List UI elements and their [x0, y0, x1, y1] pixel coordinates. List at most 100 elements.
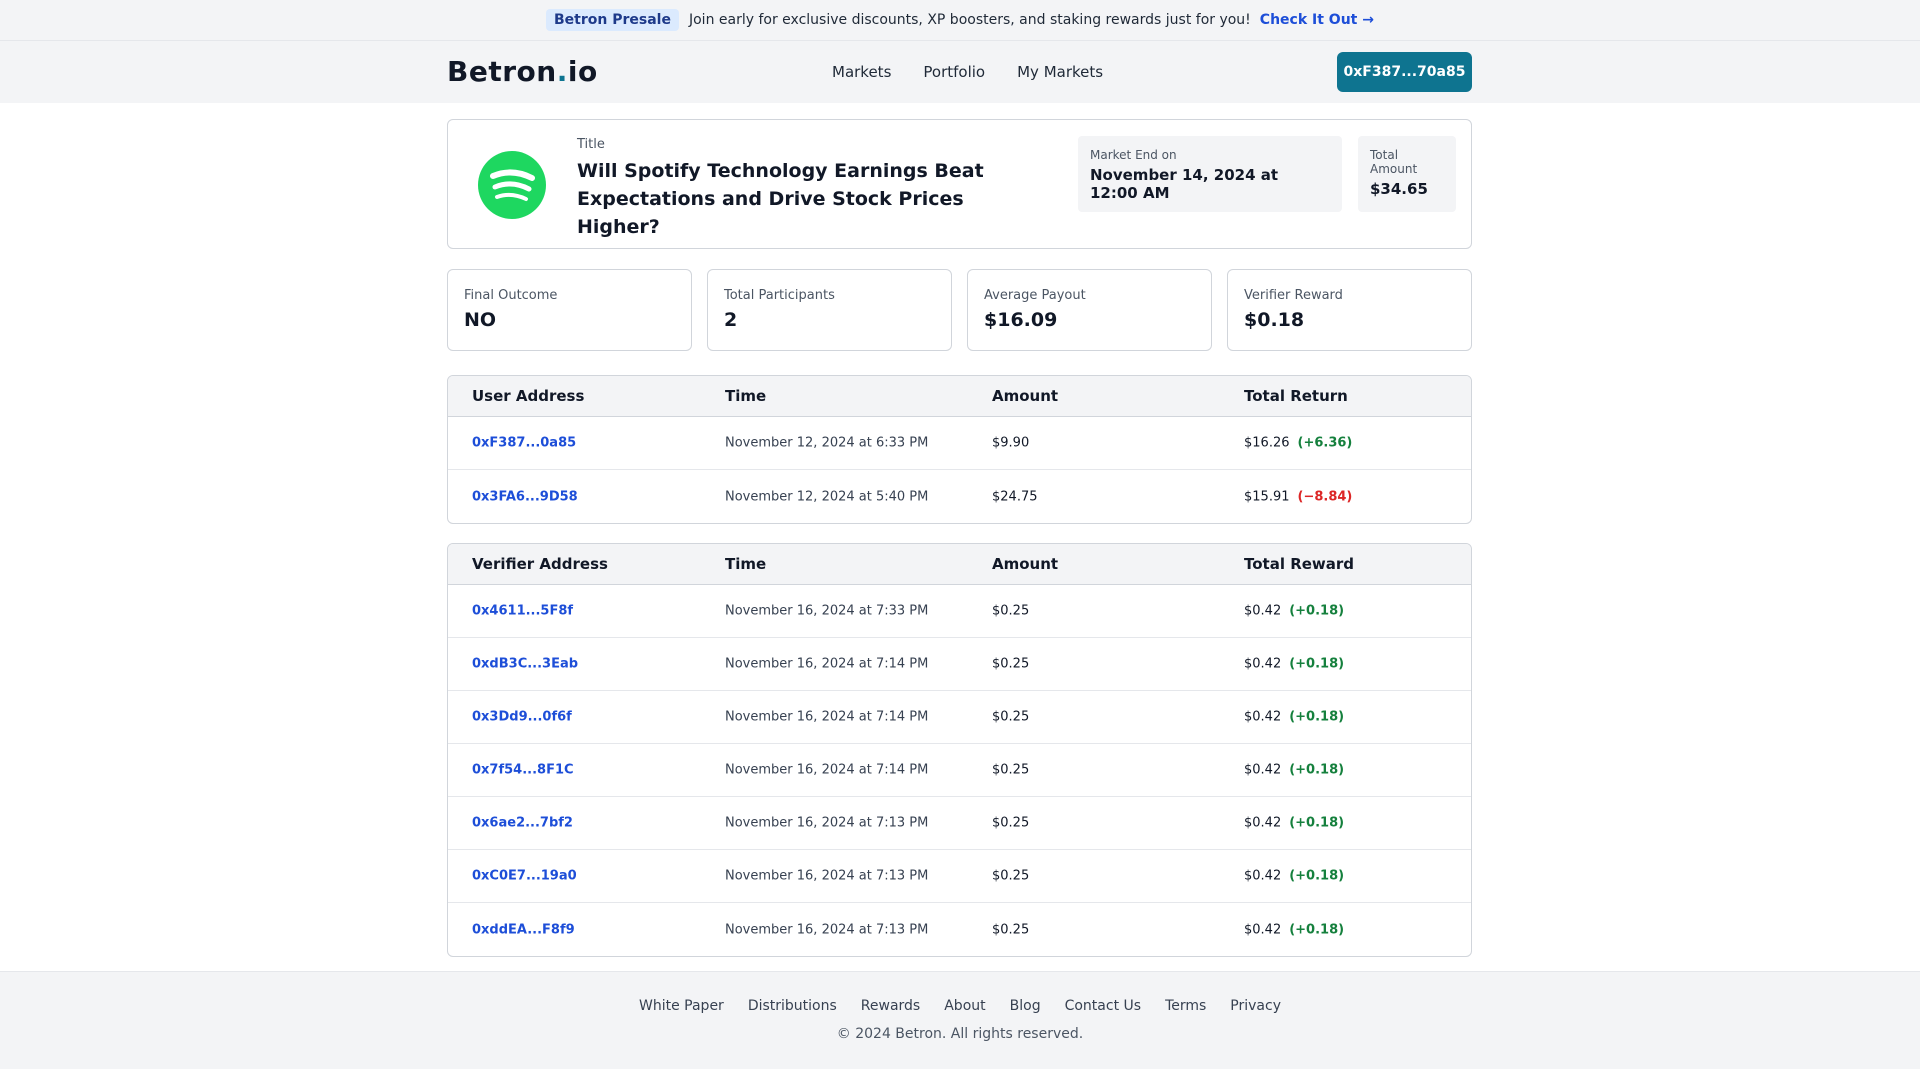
- delta-value: (+0.18): [1289, 815, 1345, 831]
- table-row: 0x4611...5F8f November 16, 2024 at 7:33 P…: [448, 585, 1471, 638]
- market-end-box: Market End on November 14, 2024 at 12:00…: [1078, 136, 1342, 212]
- total-value: $0.42: [1244, 762, 1282, 778]
- total-value: $16.26: [1244, 435, 1290, 451]
- total-cell: $0.42 (+0.18): [1244, 922, 1344, 937]
- footer-link-blog[interactable]: Blog: [1010, 998, 1041, 1014]
- logo-suffix: io: [567, 55, 598, 88]
- stat-label: Final Outcome: [464, 288, 558, 303]
- check-it-out-link[interactable]: Check It Out →: [1260, 12, 1374, 28]
- total-value: $0.42: [1244, 815, 1282, 831]
- amount-cell: $0.25: [992, 762, 1030, 778]
- col-time: Time: [725, 555, 767, 573]
- verifiers-table: Verifier Address Time Amount Total Rewar…: [447, 543, 1472, 957]
- logo-dot: .: [556, 55, 568, 88]
- nav-markets[interactable]: Markets: [832, 63, 891, 81]
- total-cell: $0.42 (+0.18): [1244, 763, 1344, 778]
- footer-link-terms[interactable]: Terms: [1165, 998, 1206, 1014]
- promo-message: Join early for exclusive discounts, XP b…: [688, 12, 1251, 28]
- total-value: $0.42: [1244, 656, 1282, 672]
- address-link[interactable]: 0x7f54...8F1C: [472, 763, 574, 778]
- total-value: $0.42: [1244, 603, 1282, 619]
- footer-link-privacy[interactable]: Privacy: [1230, 998, 1281, 1014]
- total-value: $0.42: [1244, 868, 1282, 884]
- col-total-return: Total Return: [1244, 387, 1348, 405]
- time-cell: November 16, 2024 at 7:13 PM: [725, 922, 929, 937]
- delta-value: (+0.18): [1289, 868, 1345, 884]
- total-amount-label: Total Amount: [1370, 148, 1418, 176]
- stat-label: Average Payout: [984, 288, 1086, 303]
- table-row: 0xdB3C...3Eab November 16, 2024 at 7:14 P…: [448, 638, 1471, 691]
- time-cell: November 16, 2024 at 7:14 PM: [725, 762, 929, 778]
- amount-cell: $0.25: [992, 922, 1030, 937]
- address-link[interactable]: 0x6ae2...7bf2: [472, 816, 573, 831]
- logo[interactable]: Betron.io: [447, 55, 598, 88]
- address-link[interactable]: 0x3FA6...9D58: [472, 489, 578, 504]
- nav-portfolio[interactable]: Portfolio: [923, 63, 985, 81]
- delta-value: (+0.18): [1289, 709, 1345, 725]
- delta-value: (+0.18): [1289, 762, 1345, 778]
- table-row: 0x7f54...8F1C November 16, 2024 at 7:14 P…: [448, 744, 1471, 797]
- address-link[interactable]: 0x3Dd9...0f6f: [472, 710, 572, 725]
- user-bets-table: User Address Time Amount Total Return 0x…: [447, 375, 1472, 524]
- stat-value: $0.18: [1244, 309, 1305, 331]
- table-body: 0xF387...0a85 November 12, 2024 at 6:33 P…: [448, 417, 1471, 523]
- total-amount-box: Total Amount $34.65: [1358, 136, 1456, 212]
- stat-verifier-reward: Verifier Reward $0.18: [1227, 269, 1472, 351]
- site-header: Betron.io Markets Portfolio My Markets 0…: [0, 41, 1920, 103]
- amount-cell: $0.25: [992, 709, 1030, 725]
- table-row: 0xF387...0a85 November 12, 2024 at 6:33 P…: [448, 417, 1471, 470]
- table-header: Verifier Address Time Amount Total Rewar…: [448, 544, 1471, 585]
- main-nav: Markets Portfolio My Markets: [832, 63, 1103, 81]
- stat-average-payout: Average Payout $16.09: [967, 269, 1212, 351]
- market-end-label: Market End on: [1090, 148, 1177, 162]
- address-link[interactable]: 0xdB3C...3Eab: [472, 657, 578, 672]
- nav-my-markets[interactable]: My Markets: [1017, 63, 1103, 81]
- copyright: © 2024 Betron. All rights reserved.: [836, 1026, 1084, 1042]
- address-link[interactable]: 0xC0E7...19a0: [472, 869, 577, 884]
- market-card: Title Will Spotify Technology Earnings B…: [447, 119, 1472, 249]
- time-cell: November 16, 2024 at 7:14 PM: [725, 709, 929, 725]
- total-cell: $0.42 (+0.18): [1244, 869, 1344, 884]
- total-cell: $0.42 (+0.18): [1244, 816, 1344, 831]
- presale-tag: Betron Presale: [546, 9, 679, 31]
- address-link[interactable]: 0x4611...5F8f: [472, 604, 573, 619]
- table-row: 0xC0E7...19a0 November 16, 2024 at 7:13 P…: [448, 850, 1471, 903]
- footer-links: White Paper Distributions Rewards About …: [0, 998, 1920, 1014]
- delta-value: (+6.36): [1297, 435, 1353, 451]
- total-value: $0.42: [1244, 922, 1282, 937]
- col-amount: Amount: [992, 387, 1059, 405]
- amount-cell: $0.25: [992, 656, 1030, 672]
- col-total-reward: Total Reward: [1244, 555, 1355, 573]
- footer-link-contact-us[interactable]: Contact Us: [1065, 998, 1141, 1014]
- total-amount-value: $34.65: [1370, 180, 1428, 198]
- delta-value: (+0.18): [1289, 656, 1345, 672]
- col-user-address: User Address: [472, 387, 585, 405]
- market-title: Will Spotify Technology Earnings Beat Ex…: [577, 160, 984, 238]
- total-cell: $0.42 (+0.18): [1244, 604, 1344, 619]
- delta-value: (−8.84): [1297, 489, 1353, 504]
- stat-label: Verifier Reward: [1244, 288, 1343, 303]
- footer-link-about[interactable]: About: [944, 998, 985, 1014]
- footer-link-white-paper[interactable]: White Paper: [639, 998, 724, 1014]
- time-cell: November 12, 2024 at 6:33 PM: [725, 435, 929, 451]
- amount-cell: $0.25: [992, 603, 1030, 619]
- delta-value: (+0.18): [1289, 922, 1345, 937]
- total-cell: $0.42 (+0.18): [1244, 710, 1344, 725]
- time-cell: November 12, 2024 at 5:40 PM: [725, 489, 929, 504]
- footer-link-distributions[interactable]: Distributions: [748, 998, 837, 1014]
- table-header: User Address Time Amount Total Return: [448, 376, 1471, 417]
- table-row: 0xddEA...F8f9 November 16, 2024 at 7:13 P…: [448, 903, 1471, 956]
- address-link[interactable]: 0xddEA...F8f9: [472, 922, 575, 937]
- total-value: $15.91: [1244, 489, 1290, 504]
- stat-total-participants: Total Participants 2: [707, 269, 952, 351]
- address-link[interactable]: 0xF387...0a85: [472, 436, 576, 451]
- total-value: $0.42: [1244, 709, 1282, 725]
- table-row: 0x6ae2...7bf2 November 16, 2024 at 7:13 P…: [448, 797, 1471, 850]
- col-amount: Amount: [992, 555, 1059, 573]
- total-cell: $0.42 (+0.18): [1244, 657, 1344, 672]
- wallet-button[interactable]: 0xF387...70a85: [1337, 52, 1472, 92]
- footer-link-rewards[interactable]: Rewards: [861, 998, 920, 1014]
- total-cell: $15.91 (−8.84): [1244, 489, 1352, 504]
- amount-cell: $24.75: [992, 489, 1038, 504]
- stat-value: $16.09: [984, 309, 1058, 331]
